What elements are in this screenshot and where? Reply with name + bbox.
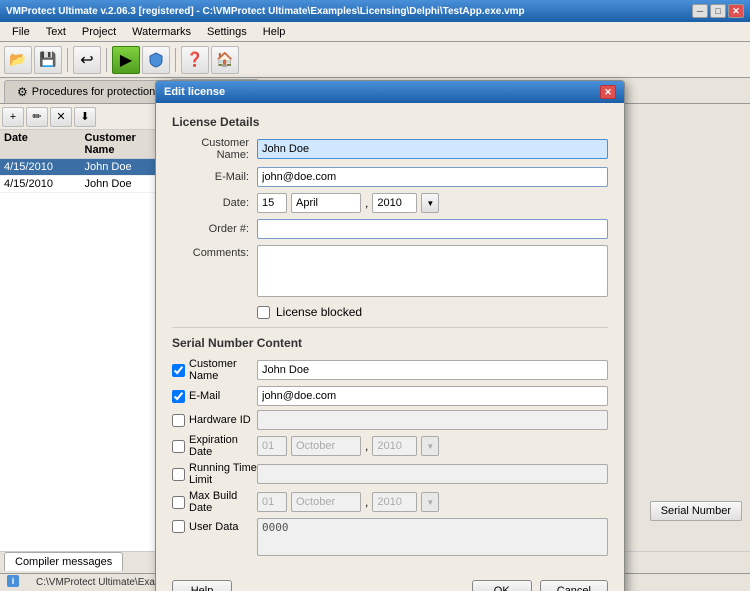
snc-hardware-row: Hardware ID <box>172 410 608 430</box>
snc-email-label: E-Mail <box>189 390 220 402</box>
snc-max-build-label: Max Build Date <box>189 490 257 514</box>
snc-user-data-checkbox-container: User Data <box>172 518 257 533</box>
snc-user-data-label: User Data <box>189 521 239 533</box>
snc-hardware-checkbox[interactable] <box>172 414 185 427</box>
order-num-label: Order #: <box>172 223 257 235</box>
snc-running-time-checkbox-container: Running Time Limit <box>172 462 257 486</box>
snc-expiration-dropdown-button[interactable]: ▼ <box>421 436 439 456</box>
email-row: E-Mail: <box>172 167 608 187</box>
date-controls: , ▼ <box>257 193 439 213</box>
order-num-row: Order #: <box>172 219 608 239</box>
modal-overlay: Edit license ✕ License Details Customer … <box>0 0 750 591</box>
snc-max-build-checkbox-container: Max Build Date <box>172 490 257 514</box>
snc-expiration-year-input <box>372 436 417 456</box>
snc-user-data-input: 0000 <box>257 518 608 556</box>
snc-max-build-checkbox[interactable] <box>172 496 185 509</box>
snc-customer-name-checkbox-container: Customer Name <box>172 358 257 382</box>
comments-row: Comments: <box>172 245 608 297</box>
help-button[interactable]: Help <box>172 580 232 591</box>
snc-max-build-row: Max Build Date , ▼ <box>172 490 608 514</box>
snc-expiration-date-controls: , ▼ <box>257 436 439 456</box>
order-num-input[interactable] <box>257 219 608 239</box>
snc-running-time-label: Running Time Limit <box>189 462 257 486</box>
snc-hardware-input <box>257 410 608 430</box>
license-blocked-row: License blocked <box>257 305 608 319</box>
snc-expiration-day-input <box>257 436 287 456</box>
comments-label: Comments: <box>172 245 257 259</box>
snc-max-build-day-input <box>257 492 287 512</box>
snc-max-build-date-controls: , ▼ <box>257 492 439 512</box>
snc-customer-name-checkbox[interactable] <box>172 364 185 377</box>
date-row: Date: , ▼ <box>172 193 608 213</box>
dialog-title-bar: Edit license ✕ <box>156 81 624 103</box>
snc-expiration-comma: , <box>365 439 368 453</box>
snc-expiration-month-input <box>291 436 361 456</box>
customer-name-label: Customer Name: <box>172 137 257 161</box>
date-day-input[interactable] <box>257 193 287 213</box>
snc-email-checkbox-container: E-Mail <box>172 390 257 403</box>
snc-email-input[interactable] <box>257 386 608 406</box>
dialog-close-button[interactable]: ✕ <box>600 85 616 99</box>
snc-hardware-label: Hardware ID <box>189 414 251 426</box>
snc-max-build-dropdown-button[interactable]: ▼ <box>421 492 439 512</box>
comments-input[interactable] <box>257 245 608 297</box>
snc-customer-name-input[interactable] <box>257 360 608 380</box>
snc-running-time-checkbox[interactable] <box>172 468 185 481</box>
snc-max-build-year-input <box>372 492 417 512</box>
dialog-body: License Details Customer Name: E-Mail: D… <box>156 103 624 572</box>
customer-name-row: Customer Name: <box>172 137 608 161</box>
email-label: E-Mail: <box>172 171 257 183</box>
ok-button[interactable]: OK <box>472 580 532 591</box>
snc-max-build-month-input <box>291 492 361 512</box>
license-blocked-label: License blocked <box>276 305 362 319</box>
date-year-input[interactable] <box>372 193 417 213</box>
date-dropdown-button[interactable]: ▼ <box>421 193 439 213</box>
snc-hardware-checkbox-container: Hardware ID <box>172 414 257 427</box>
cancel-button[interactable]: Cancel <box>540 580 608 591</box>
snc-expiration-checkbox-container: Expiration Date <box>172 434 257 458</box>
snc-email-checkbox[interactable] <box>172 390 185 403</box>
snc-running-time-input <box>257 464 608 484</box>
license-details-section-title: License Details <box>172 115 608 129</box>
email-input[interactable] <box>257 167 608 187</box>
date-label: Date: <box>172 197 257 209</box>
ok-cancel-group: OK Cancel <box>472 580 608 591</box>
snc-user-data-row: User Data 0000 <box>172 518 608 556</box>
license-blocked-checkbox[interactable] <box>257 306 270 319</box>
snc-user-data-checkbox[interactable] <box>172 520 185 533</box>
customer-name-input[interactable] <box>257 139 608 159</box>
edit-license-dialog: Edit license ✕ License Details Customer … <box>155 80 625 591</box>
snc-running-time-row: Running Time Limit <box>172 462 608 486</box>
snc-expiration-checkbox[interactable] <box>172 440 185 453</box>
snc-expiration-label: Expiration Date <box>189 434 257 458</box>
serial-number-section-title: Serial Number Content <box>172 336 608 350</box>
divider <box>172 327 608 328</box>
snc-customer-name-row: Customer Name <box>172 358 608 382</box>
dialog-footer: Help OK Cancel <box>156 572 624 591</box>
snc-email-row: E-Mail <box>172 386 608 406</box>
snc-customer-name-label: Customer Name <box>189 358 257 382</box>
date-comma: , <box>365 196 368 210</box>
date-month-input[interactable] <box>291 193 361 213</box>
snc-expiration-row: Expiration Date , ▼ <box>172 434 608 458</box>
snc-max-build-comma: , <box>365 495 368 509</box>
dialog-title: Edit license <box>164 86 225 98</box>
